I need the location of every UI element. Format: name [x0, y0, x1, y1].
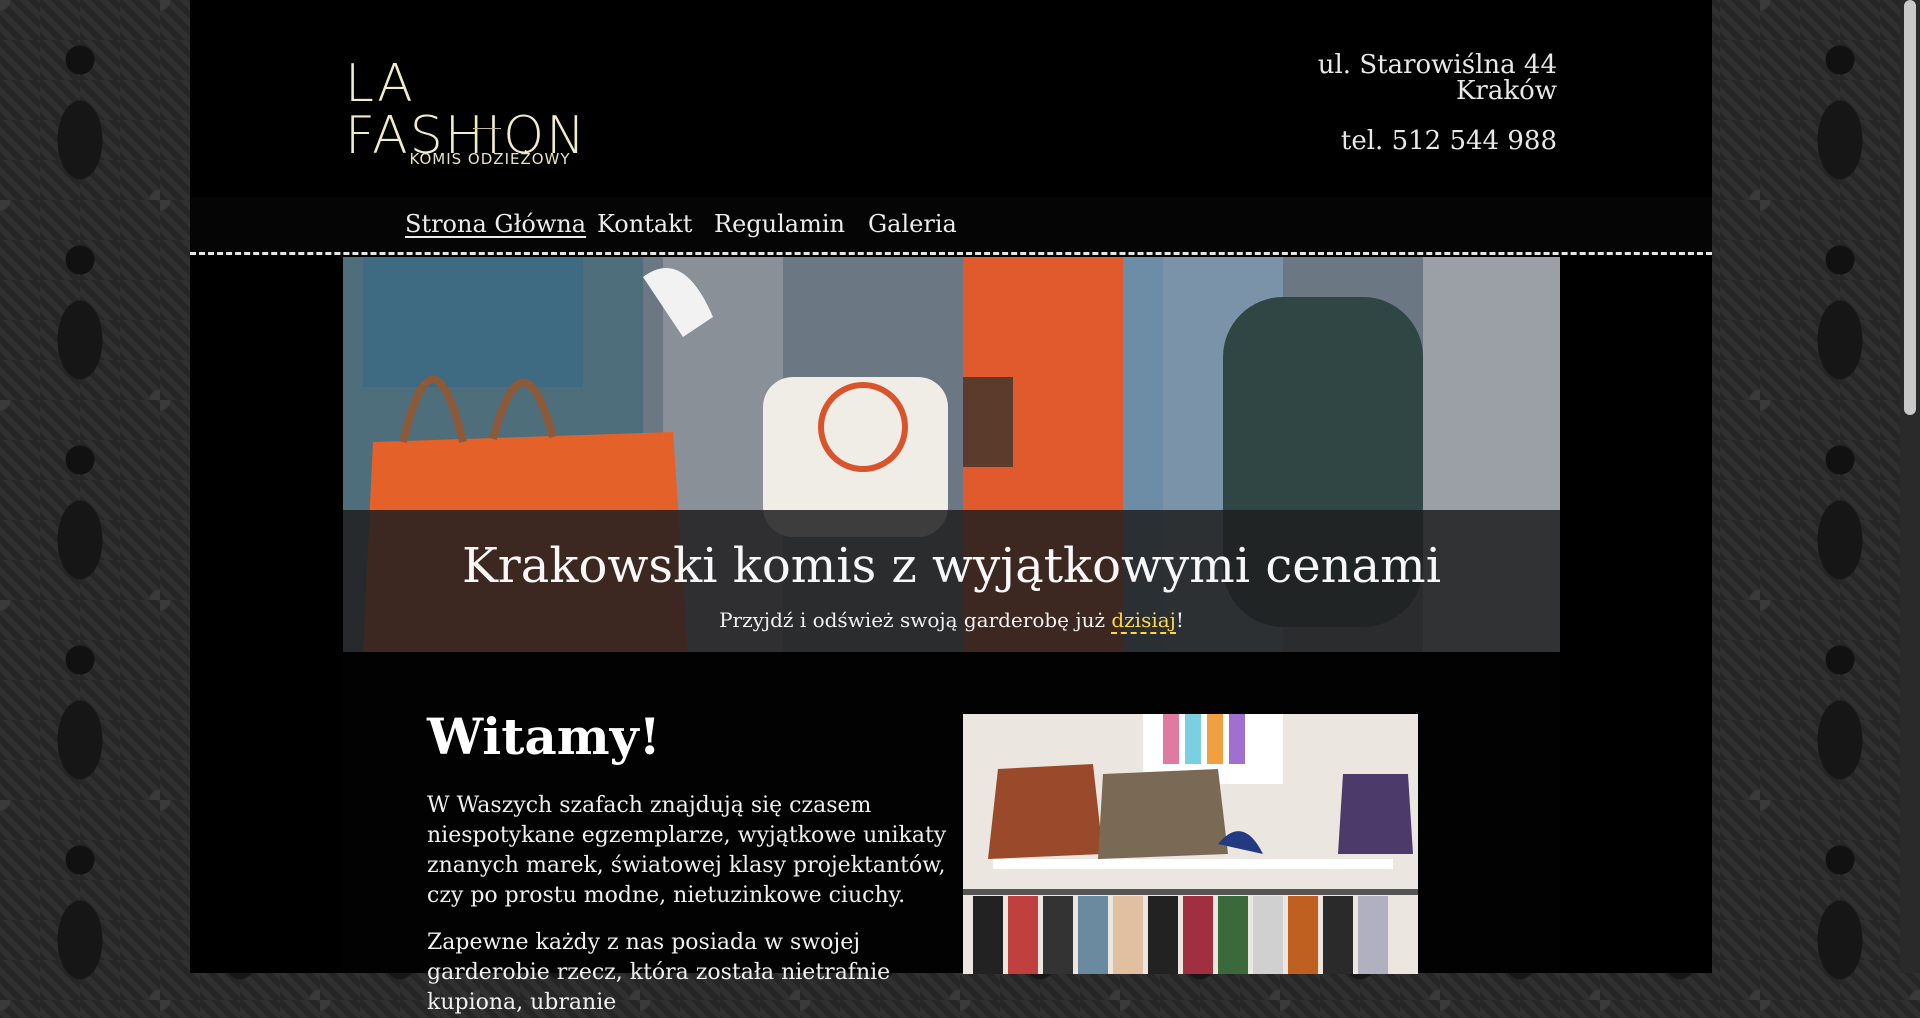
hero-today-link[interactable]: dzisiaj [1111, 608, 1176, 634]
hero-banner: Krakowski komis z wyjątkowymi cenami Prz… [343, 257, 1560, 652]
welcome-heading: Witamy! [427, 707, 661, 766]
logo-tagline: KOMIS ODZIEŻOWY [409, 150, 571, 168]
header: LA FASHION KOMIS ODZIEŻOWY ul. Starowiśl… [190, 0, 1712, 197]
welcome-paragraph: Zapewne każdy z nas posiada w swojej gar… [427, 930, 891, 1015]
address-street: ul. Starowiślna 44 [1317, 50, 1557, 80]
logo[interactable]: LA FASHION KOMIS ODZIEŻOWY [345, 58, 635, 178]
main-nav: Strona Główna Kontakt Regulamin Galeria [190, 197, 1712, 255]
address-city: Kraków [1455, 76, 1557, 106]
page-container: LA FASHION KOMIS ODZIEŻOWY ul. Starowiśl… [190, 0, 1712, 1015]
nav-item-contact[interactable]: Kontakt [597, 210, 692, 238]
hero-title: Krakowski komis z wyjątkowymi cenami [461, 538, 1442, 594]
hero-caption: Krakowski komis z wyjątkowymi cenami Prz… [343, 510, 1560, 652]
logo-divider [473, 128, 501, 129]
nav-item-home[interactable]: Strona Główna [405, 210, 586, 238]
nav-item-rules[interactable]: Regulamin [714, 210, 845, 238]
scrollbar-thumb[interactable] [1904, 0, 1916, 415]
hero-subtitle: Przyjdź i odśwież swoją garderobę już dz… [343, 608, 1560, 634]
welcome-paragraph: W Waszych szafach znajdują się czasem ni… [427, 793, 947, 908]
phone-number: tel. 512 544 988 [1340, 126, 1557, 156]
logo-wordmark: LA FASHION [345, 54, 587, 166]
address: ul. Starowiślna 44 Kraków [1318, 52, 1557, 104]
hero-subtitle-text: Przyjdź i odśwież swoją garderobę już [719, 608, 1112, 632]
nav-item-gallery[interactable]: Galeria [868, 210, 957, 238]
scrollbar[interactable] [1900, 0, 1920, 973]
shop-interior-photo [963, 714, 1418, 974]
hero-subtitle-end: ! [1175, 608, 1184, 632]
main-content: Witamy! W Waszych szafach znajdują się c… [343, 652, 1560, 1015]
